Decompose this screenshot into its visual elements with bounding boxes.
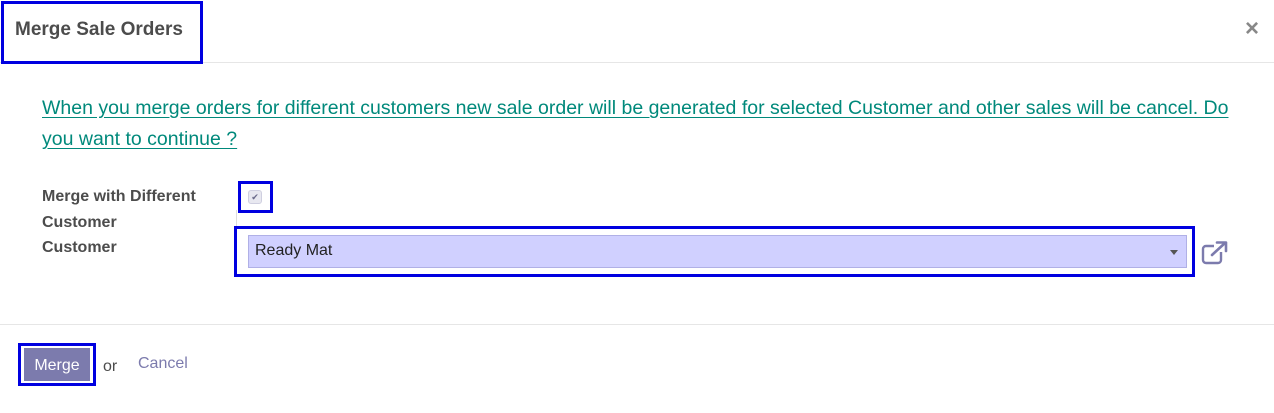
external-link-icon[interactable]	[1201, 240, 1229, 266]
close-icon[interactable]: ×	[1241, 14, 1263, 44]
dialog-header: Merge Sale Orders ×	[0, 0, 1274, 64]
or-text: or	[103, 358, 118, 375]
merge-warning-message: When you merge orders for different cust…	[42, 97, 1229, 150]
customer-select-value: Ready Mat	[255, 242, 333, 259]
cancel-link[interactable]: Cancel	[138, 355, 188, 373]
merge-different-customer-checkbox[interactable]: ✔	[248, 190, 262, 204]
merge-different-customer-label: Merge with Different Customer	[42, 188, 196, 231]
dialog-footer	[0, 324, 1274, 413]
merge-button[interactable]: Merge	[24, 348, 90, 381]
dialog-title: Merge Sale Orders	[15, 19, 183, 40]
customer-label: Customer	[42, 239, 117, 256]
merge-sale-orders-dialog: Merge Sale Orders × When you merge order…	[0, 0, 1274, 413]
customer-select[interactable]: Ready Mat	[248, 235, 1187, 268]
chevron-down-icon[interactable]	[1170, 250, 1178, 255]
